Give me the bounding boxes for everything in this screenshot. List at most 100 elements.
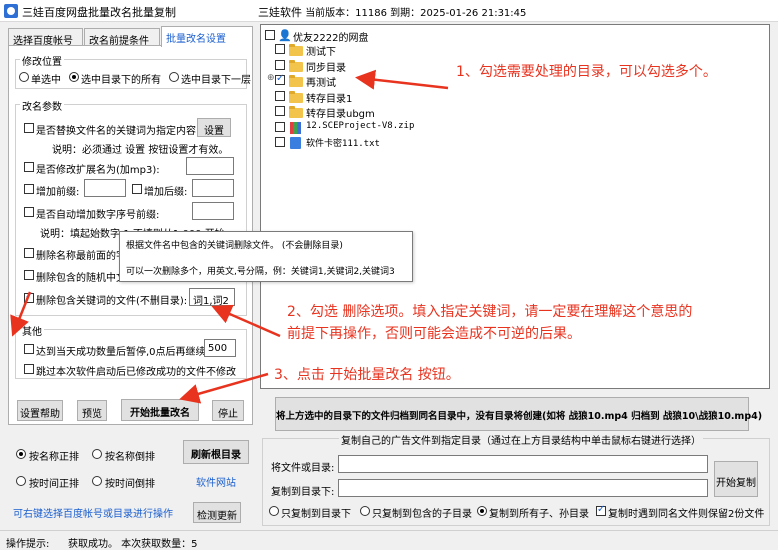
settings-help-button[interactable]: 设置帮助 (17, 400, 63, 421)
start-batch-rename-button[interactable]: 开始批量改名 (121, 399, 199, 421)
sort-name-desc-radio[interactable] (92, 449, 102, 459)
preview-button[interactable]: 预览 (77, 400, 107, 421)
delete-keyword-files-label: 删除包含关键词的文件(不删目录): (36, 296, 188, 307)
sort-time-asc-label: 按时间正排 (29, 479, 79, 490)
tree-item-label: 测试下 (306, 47, 336, 58)
folder-icon (289, 90, 303, 103)
sort-time-asc-radio[interactable] (16, 476, 26, 486)
status-label: 操作提示: (6, 539, 50, 550)
tree-item-checkbox[interactable] (275, 137, 285, 147)
tree-item-label: 转存目录ubgm (306, 109, 375, 120)
window-title: 三娃百度网盘批量改名批量复制 (22, 6, 176, 19)
user-icon: 👤 (278, 29, 292, 42)
text-file-icon (290, 137, 301, 149)
radio-one-level-label: 选中目录下一层 (181, 75, 251, 86)
radio-one-level[interactable] (169, 72, 179, 82)
keep-both-checkbox[interactable] (596, 504, 606, 516)
tab-select-account[interactable]: 选择百度帐号 (8, 28, 83, 47)
rename-position-label: 修改位置 (20, 53, 64, 68)
tree-item-checkbox[interactable] (275, 73, 285, 85)
add-suffix-input[interactable] (192, 179, 234, 197)
tree-item-label: 软件卡密111.txt (306, 139, 380, 149)
pause-daily-input[interactable]: 500 (204, 339, 236, 357)
tree-root-label: 优友2222的网盘 (293, 33, 369, 44)
title-bar: 三娃百度网盘批量改名批量复制 三娃软件 当前版本：11186 到期：2025-0… (0, 0, 778, 22)
skip-success-label: 跳过本次软件启动后已修改成功的文件不修改 (36, 367, 236, 378)
skip-success-checkbox[interactable] (24, 364, 34, 374)
tab-batch-rename-settings[interactable]: 批量改名设置 (161, 26, 253, 47)
tab-label: 批量改名设置 (166, 34, 226, 45)
folder-icon (289, 44, 303, 56)
rename-params-label: 改名参数 (20, 98, 64, 113)
tree-root-checkbox[interactable] (265, 30, 275, 40)
version-expiry: 当前版本：11186 到期：2025-01-26 21:31:45 (305, 8, 527, 19)
copy-only-dir-radio[interactable] (269, 506, 279, 516)
delete-keyword-files-checkbox[interactable] (24, 291, 34, 303)
radio-single-selected-label: 单选中 (31, 75, 61, 86)
annotation-step1: 1、勾选需要处理的目录，可以勾选多个。 (456, 64, 717, 80)
copy-child-dir-radio[interactable] (360, 506, 370, 516)
tree-item-label: 12.SCEProject-V8.zip (306, 120, 415, 131)
tree-item-checkbox[interactable] (275, 59, 285, 70)
folder-icon (289, 75, 303, 87)
annotation-step2-line1: 2、勾选 删除选项。填入指定关键词，请一定要在理解这个意思的 (287, 304, 693, 320)
start-copy-button[interactable]: 开始复制 (714, 461, 758, 497)
refresh-root-button[interactable]: 刷新根目录 (183, 440, 249, 464)
copy-ad-group-label: 复制自己的广告文件到指定目录（通过在上方目录结构中单击鼠标右键进行选择） (339, 432, 703, 447)
expand-icon[interactable]: ⊕ (267, 73, 275, 83)
copy-source-label: 将文件或目录: (271, 463, 335, 474)
delete-random-chinese-label: 删除包含的随机中文 (36, 273, 126, 284)
check-update-button[interactable]: 检测更新 (193, 502, 241, 523)
status-message: 获取成功。 本次获取数量：5 (68, 539, 198, 550)
radio-single-selected[interactable] (19, 72, 29, 82)
pause-daily-checkbox[interactable] (24, 344, 34, 354)
switch-account-hint-link[interactable]: 可右键选择百度帐号或目录进行操作 (13, 505, 173, 520)
auto-seq-input[interactable] (192, 202, 234, 220)
add-prefix-label: 增加前缀: (36, 187, 80, 198)
copy-child-dir-label: 只复制到包含的子目录 (372, 509, 472, 520)
copy-target-input[interactable] (338, 479, 708, 497)
add-suffix-checkbox[interactable] (132, 184, 142, 194)
archive-to-same-name-button[interactable]: 将上方选中的目录下的文件归档到同名目录中，没有目录将创建(如将 战狼10.mp4… (275, 397, 762, 431)
pause-daily-label: 达到当天成功数量后暂停,0点后再继续 (36, 347, 206, 358)
delete-front-chars-checkbox[interactable] (24, 248, 34, 258)
other-group: 其他 达到当天成功数量后暂停,0点后再继续 500 跳过本次软件启动后已修改成功… (15, 323, 247, 379)
sort-name-desc-label: 按名称倒排 (105, 452, 155, 463)
copy-all-dirs-radio[interactable] (477, 506, 487, 516)
auto-seq-checkbox[interactable] (24, 207, 34, 217)
folder-icon (289, 106, 303, 118)
tree-item-checkbox[interactable] (275, 106, 285, 116)
software-website-link[interactable]: 软件网站 (196, 474, 236, 489)
add-suffix-label: 增加后缀: (144, 187, 188, 198)
replace-keyword-checkbox[interactable] (24, 123, 34, 133)
add-prefix-checkbox[interactable] (24, 184, 34, 194)
zip-file-icon (290, 121, 301, 134)
tree-item-checkbox[interactable] (275, 90, 285, 101)
rename-position-group: 修改位置 单选中 选中目录下的所有 选中目录下一层 (15, 53, 251, 89)
tree-item-label: 再测试 (306, 78, 336, 89)
tooltip-line-2: 可以一次删除多个，用英文,号分隔，例：关键词1,关键词2,关键词3 (126, 267, 395, 277)
modify-ext-label: 是否修改扩展名为(加mp3): (36, 165, 160, 176)
sort-time-desc-label: 按时间倒排 (105, 479, 155, 490)
delete-random-chinese-checkbox[interactable] (24, 270, 34, 280)
brand-name: 三娃软件 (258, 6, 302, 19)
modify-ext-input[interactable] (186, 157, 234, 175)
delete-keyword-input[interactable]: 词1,词2 (189, 288, 235, 306)
sort-time-desc-radio[interactable] (92, 476, 102, 486)
copy-source-input[interactable] (338, 455, 708, 473)
app-logo-icon (4, 4, 18, 18)
replace-keyword-label: 是否替换文件名的关键词为指定内容 (36, 126, 196, 137)
sort-name-asc-radio[interactable] (16, 449, 26, 459)
tab-rename-conditions[interactable]: 改名前提条件 (84, 28, 160, 47)
tree-item-checkbox[interactable] (275, 121, 285, 132)
replace-settings-button[interactable]: 设置 (197, 118, 231, 137)
tree-item-checkbox[interactable] (275, 44, 285, 54)
modify-ext-checkbox[interactable] (24, 162, 34, 172)
copy-only-dir-label: 只复制到目录下 (281, 509, 351, 520)
auto-seq-label: 是否自动增加数字序号前缀: (36, 210, 160, 221)
add-prefix-input[interactable] (84, 179, 126, 197)
version-info: 三娃软件 当前版本：11186 到期：2025-01-26 21:31:45 (258, 4, 526, 20)
radio-all-under-selected[interactable] (69, 72, 79, 82)
stop-button[interactable]: 停止 (212, 400, 244, 421)
keep-both-label: 复制时遇到同名文件则保留2份文件 (608, 509, 765, 520)
